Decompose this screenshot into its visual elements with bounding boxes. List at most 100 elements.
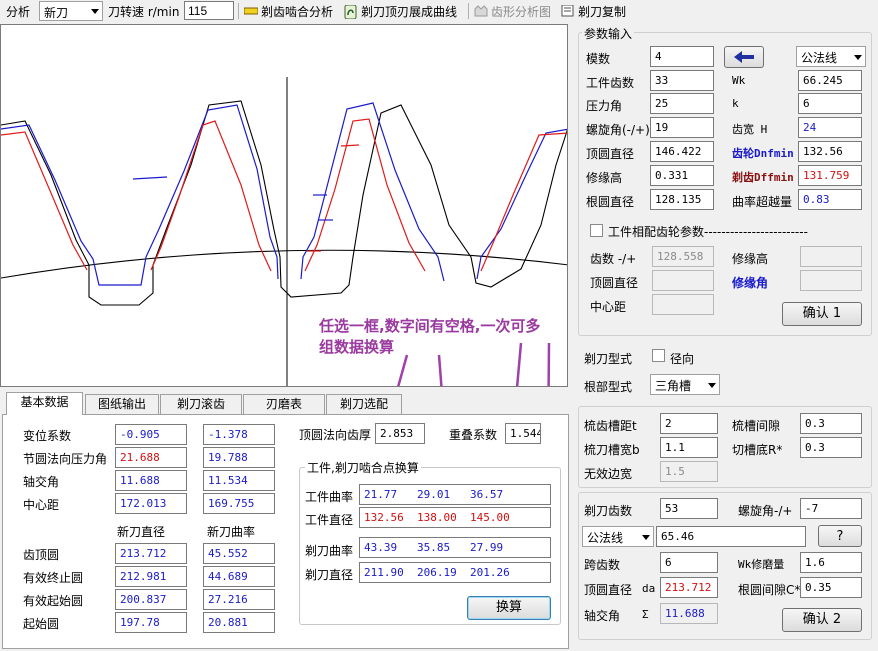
tip-circle-diameter-field[interactable]: 213.712 [115,543,187,564]
mate-center-field[interactable] [652,294,714,315]
overroll-field[interactable]: 0.83 [798,189,862,210]
teeth-label: 工件齿数 [586,76,635,90]
mode-select[interactable]: 新刀 [39,1,103,21]
tooth-shape-button[interactable]: 齿形分析图 [474,2,551,20]
cross-angle-symbol: Σ [642,608,649,621]
shift-coeff-cutter-field[interactable]: -1.378 [203,424,275,445]
cutter-curvature-field[interactable]: 43.39 35.85 27.99 [359,537,551,558]
curve-icon [344,4,358,20]
pressure-field[interactable]: 25 [650,93,714,114]
mate-teeth-field[interactable]: 128.558 [652,246,714,267]
span-teeth-field[interactable]: 6 [660,552,718,573]
tip-curve-button[interactable]: 剃刀顶刃展成曲线 [344,2,457,20]
comb-width-field[interactable]: 1.1 [660,437,718,458]
root-type-select[interactable]: 三角槽 [650,374,720,395]
axis-angle-cutter-field[interactable]: 11.534 [203,470,275,491]
effective-end-curvature-field[interactable]: 44.689 [203,566,275,587]
mesh-analysis-button[interactable]: 剃齿啮合分析 [243,2,333,20]
wk-fix-label: Wk修磨量 [738,558,785,571]
wk-label: Wk [732,74,746,87]
speed-input[interactable] [184,1,234,20]
face-width-field[interactable]: 24 [798,117,862,138]
cross-angle-field[interactable]: 11.688 [660,603,718,624]
root-type-label: 根部型式 [584,380,633,394]
back-arrow-button[interactable] [724,46,764,68]
params-title: 参数输入 [582,25,635,42]
center-distance-cutter-field[interactable]: 169.755 [203,493,275,514]
start-circle-diameter-field[interactable]: 197.78 [115,612,187,633]
wk-field[interactable]: 66.245 [798,70,862,91]
wp-curvature-field[interactable]: 21.77 29.01 36.57 [359,484,551,505]
cutter-diameter-field[interactable]: 211.90 206.19 201.26 [359,562,551,583]
cutter-teeth-label: 剃刀齿数 [584,504,633,518]
toolbar: 分析 新刀 刀转速 r/min 剃齿啮合分析 剃刀顶刃展成曲线 齿形分析图 剃刀… [0,0,878,22]
edge-height-field[interactable]: 0.331 [650,165,714,186]
shift-coeff-gear-field[interactable]: -0.905 [115,424,187,445]
cutter-normal-field[interactable]: 65.46 [656,526,806,547]
overlap-field[interactable]: 1.544 [505,423,541,444]
cutter-normal-select[interactable]: 公法线 [582,526,654,547]
tab-cutter-hobbing[interactable]: 剃刀滚齿 [160,394,242,414]
invalid-width-label: 无效边宽 [584,467,633,481]
pitch-pressure-gear-field[interactable]: 21.688 [115,447,187,468]
dff-field[interactable]: 131.759 [798,165,862,186]
confirm-2-button[interactable]: 确认 2 [782,608,862,632]
pitch-pressure-label: 节圆法向压力角 [23,452,108,466]
mate-tip-label: 顶圆直径 [590,276,639,290]
wp-diameter-field[interactable]: 132.56 138.00 145.00 [359,507,551,528]
cutter-helix-field[interactable]: -7 [800,498,862,519]
effective-start-diameter-field[interactable]: 200.837 [115,589,187,610]
tip-diameter-field[interactable]: 146.422 [650,141,714,162]
tab-grinding-table[interactable]: 刃磨表 [243,394,325,414]
effective-end-diameter-field[interactable]: 212.981 [115,566,187,587]
mate-edge-field[interactable] [800,246,862,267]
helix-field[interactable]: 19 [650,117,714,138]
root-type-value: 三角槽 [655,379,692,393]
toolbar-separator [238,3,239,19]
tab-basic-data[interactable]: 基本数据 [6,392,83,415]
cutter-normal-type: 公法线 [587,531,624,545]
mode-select-value: 新刀 [44,6,69,20]
tip-curve-label: 剃刀顶刃展成曲线 [361,4,458,19]
comb-gap-field[interactable]: 0.3 [800,413,862,434]
comb-gap-label: 梳槽间隙 [732,419,781,433]
overlap-label: 重叠系数 [449,428,498,442]
cutter-teeth-field[interactable]: 53 [660,498,718,519]
wk-fix-field[interactable]: 1.6 [800,552,862,573]
help-button[interactable]: ? [818,525,862,547]
tab-cutter-selection[interactable]: 剃刀选配 [326,394,402,414]
groove-field[interactable]: 0.3 [800,437,862,458]
start-circle-curvature-field[interactable]: 20.881 [203,612,275,633]
axis-angle-gear-field[interactable]: 11.688 [115,470,187,491]
module-field[interactable]: 4 [650,46,714,67]
normal-type-select[interactable]: 公法线 [796,46,866,67]
k-field[interactable]: 6 [798,93,862,114]
mate-edge-angle-label: 修缘角 [732,276,769,290]
copy-cutter-button[interactable]: 剃刀复制 [561,2,626,20]
comb-pitch-field[interactable]: 2 [660,413,718,434]
cutter-tip-field[interactable]: 213.712 [660,577,718,598]
pitch-pressure-cutter-field[interactable]: 19.788 [203,447,275,468]
dnf-field[interactable]: 132.56 [798,141,862,162]
confirm-1-button[interactable]: 确认 1 [782,302,862,326]
radial-checkbox[interactable] [652,349,665,362]
tip-thickness-field[interactable]: 2.853 [375,423,425,444]
tip-circle-curvature-field[interactable]: 45.552 [203,543,275,564]
cutter-type-label: 剃刀型式 [584,352,633,366]
convert-button[interactable]: 换算 [467,596,551,620]
annotation-pointer [515,342,523,386]
tab-drawing-output[interactable]: 图纸输出 [85,394,159,414]
gear-drawing-canvas[interactable]: 任选一框,数字间有空格,一次可多 组数据换算 [0,24,568,387]
mate-edge-angle-field[interactable] [800,270,862,291]
root-gap-field[interactable]: 0.35 [800,577,862,598]
effective-start-curvature-field[interactable]: 27.216 [203,589,275,610]
mate-tip-field[interactable] [652,270,714,291]
mate-gear-checkbox[interactable] [590,224,603,237]
tab-strip: 基本数据 图纸输出 剃刀滚齿 刃磨表 剃刀选配 [2,392,568,415]
tip-thickness-label: 顶圆法向齿厚 [299,428,372,442]
center-distance-gear-field[interactable]: 172.013 [115,493,187,514]
invalid-width-field[interactable]: 1.5 [660,461,718,482]
root-diameter-field[interactable]: 128.135 [650,189,714,210]
teeth-field[interactable]: 33 [650,70,714,91]
cross-angle-label: 轴交角 [584,609,621,623]
